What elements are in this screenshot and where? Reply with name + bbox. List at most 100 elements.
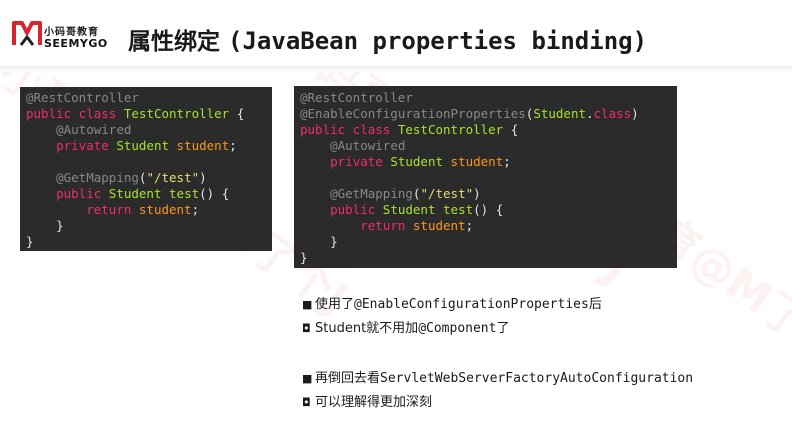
bullet-mark: ◘ — [302, 322, 311, 335]
code-line: public Student test() { — [26, 186, 272, 202]
code-line: public Student test() { — [300, 202, 677, 218]
code-token: @EnableConfigurationProperties — [300, 106, 526, 121]
code-line: } — [26, 218, 272, 234]
code-token: ) — [631, 106, 639, 121]
code-token: public — [56, 186, 109, 201]
title-cn: 属性绑定 — [128, 29, 220, 55]
code-token: @RestController — [26, 90, 139, 105]
code-token: student — [450, 154, 504, 169]
code-token: ; — [229, 138, 237, 153]
code-token: Student — [533, 106, 586, 121]
code-token: "/test" — [146, 170, 200, 185]
code-line: return student; — [300, 218, 677, 234]
code-token: } — [26, 234, 34, 249]
code-line: } — [300, 234, 677, 250]
code-token: Student — [390, 154, 451, 169]
logo-text-cn: 小码哥教育 — [44, 27, 99, 38]
code-token: student — [412, 218, 466, 233]
code-token: TestController — [123, 106, 230, 121]
bullet-mark: ■ — [302, 372, 313, 385]
code-token: public class — [300, 122, 398, 137]
code-token: ) — [199, 170, 207, 185]
bullet-item: ◘ Student就不用加@Component了 — [302, 317, 509, 336]
bullet-mark: ◘ — [302, 396, 311, 409]
title-en: (JavaBean properties binding) — [228, 27, 648, 55]
code-token: Student — [382, 202, 444, 217]
code-token: student — [176, 138, 230, 153]
code-token: return — [86, 202, 139, 217]
code-token: Student — [116, 138, 177, 153]
code-line: @GetMapping("/test") — [300, 186, 677, 202]
header-divider — [0, 66, 792, 72]
code-token: private — [330, 154, 391, 169]
code-line: @Autowired — [26, 122, 272, 138]
code-line: return student; — [26, 202, 272, 218]
code-token: { — [229, 106, 245, 121]
page-title: 属性绑定 (JavaBean properties binding) — [128, 22, 647, 56]
bullet-item: ■ 再倒回去看ServletWebServerFactoryAutoConfigu… — [302, 367, 693, 386]
code-token: class — [593, 106, 632, 121]
code-token: Student — [108, 186, 170, 201]
bullet-item: ■ 使用了@EnableConfigurationProperties后 — [302, 293, 602, 312]
code-line: public class TestController { — [300, 122, 677, 138]
code-block-right: @RestController @EnableConfigurationPrope… — [294, 86, 677, 268]
code-token: { — [503, 122, 519, 137]
bullet-text: 使用了 — [315, 297, 355, 312]
code-token: . — [586, 106, 594, 121]
bullet-text: @EnableConfigurationProperties — [354, 297, 589, 312]
code-token: ; — [191, 202, 200, 217]
logo-text-en: SEEMYGO — [44, 37, 108, 50]
code-token: ; — [503, 154, 511, 169]
code-token: test — [169, 186, 200, 201]
code-token: test — [443, 202, 474, 217]
logo: 小码哥教育 SEEMYGO — [12, 17, 112, 57]
code-token: @RestController — [300, 90, 413, 105]
code-line: } — [300, 250, 677, 266]
code-line: } — [26, 234, 272, 250]
code-token: private — [56, 138, 117, 153]
code-token: } — [26, 218, 64, 233]
code-token: public class — [26, 106, 124, 121]
code-token: @GetMapping — [330, 186, 413, 201]
bullet-text: ServletWebServerFactoryAutoConfiguration — [380, 371, 694, 386]
code-token: @Autowired — [330, 138, 406, 153]
code-token: @Autowired — [56, 122, 132, 137]
code-line: @EnableConfigurationProperties(Student.c… — [300, 106, 677, 122]
bullet-text: 再倒回去看 — [315, 371, 381, 386]
bullet-item: ◘ 可以理解得更加深刻 — [302, 391, 432, 410]
slide-header: 小码哥教育 SEEMYGO 属性绑定 (JavaBean properties … — [0, 0, 792, 66]
code-line: @RestController — [26, 90, 272, 106]
code-token: () { — [473, 202, 504, 217]
bullet-text: 可以理解得更加深刻 — [315, 395, 433, 410]
bullet-text: Student就不用加 — [315, 321, 419, 336]
code-token: "/test" — [420, 186, 474, 201]
bullet-text: @Component — [418, 321, 497, 336]
bullet-text: 后 — [588, 297, 602, 312]
bullet-mark: ■ — [302, 298, 313, 311]
code-token: TestController — [397, 122, 504, 137]
logo-m-icon — [12, 21, 42, 46]
code-token: student — [138, 202, 192, 217]
code-token: } — [300, 250, 308, 265]
code-token: ; — [465, 218, 474, 233]
code-token: return — [360, 218, 413, 233]
code-block-left: @RestController public class TestControll… — [20, 87, 272, 251]
code-token: public — [330, 202, 383, 217]
code-line: private Student student; — [26, 138, 272, 154]
code-line: @GetMapping("/test") — [26, 170, 272, 186]
bullet-text: 了 — [496, 321, 510, 336]
code-line: @Autowired — [300, 138, 677, 154]
code-token: } — [300, 234, 338, 249]
code-token: ) — [473, 186, 481, 201]
